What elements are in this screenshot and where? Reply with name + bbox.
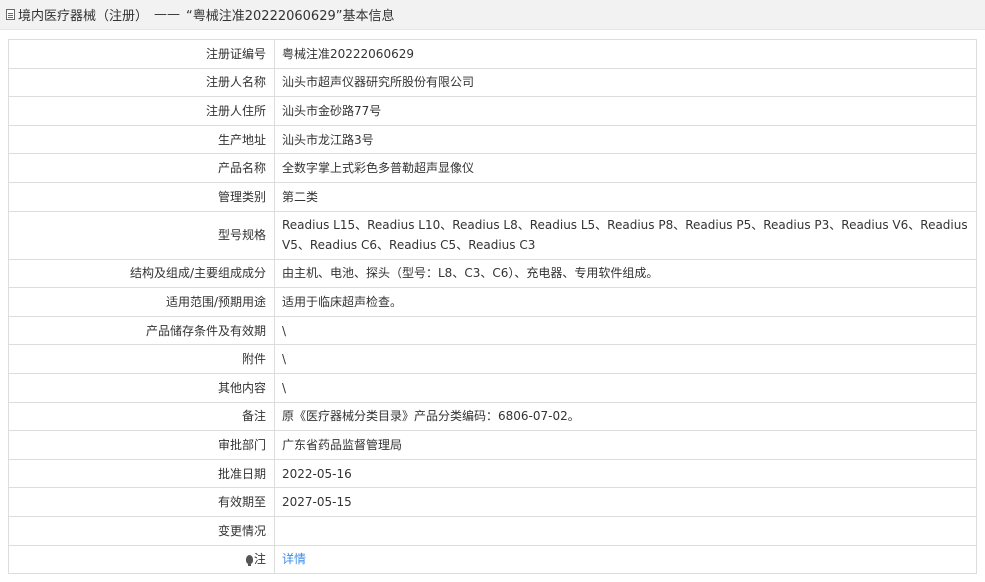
row-value: 由主机、电池、探头（型号：L8、C3、C6）、充电器、专用软件组成。 bbox=[274, 258, 977, 289]
table-row: 备注 原《医疗器械分类目录》产品分类编码：6806-07-02。 bbox=[8, 401, 977, 432]
table-row: 注册证编号 粤械注准20222060629 bbox=[8, 39, 977, 69]
row-label: 管理类别 bbox=[8, 181, 275, 212]
row-label: 其他内容 bbox=[8, 372, 275, 403]
header-title: “粤械注准20222060629”基本信息 bbox=[186, 9, 395, 24]
row-label: 备注 bbox=[8, 401, 275, 432]
row-label: 变更情况 bbox=[8, 515, 275, 546]
row-value: 适用于临床超声检查。 bbox=[274, 287, 977, 317]
document-icon bbox=[6, 9, 15, 20]
table-row: 其他内容 \ bbox=[8, 372, 977, 403]
row-value: 2027-05-15 bbox=[274, 487, 977, 517]
row-value: 2022-05-16 bbox=[274, 458, 977, 489]
header-separator: —— bbox=[154, 7, 181, 22]
row-label: 适用范围/预期用途 bbox=[8, 287, 275, 317]
row-label: 注册人住所 bbox=[8, 96, 275, 126]
info-table: 注册证编号 粤械注准20222060629 注册人名称 汕头市超声仪器研究所股份有限… bbox=[8, 39, 977, 575]
table-row: 变更情况 bbox=[8, 515, 977, 546]
row-label: 批准日期 bbox=[8, 458, 275, 489]
row-label: 产品名称 bbox=[8, 153, 275, 183]
row-label: 审批部门 bbox=[8, 430, 275, 460]
page-header: 境内医疗器械（注册） —— “粤械注准20222060629”基本信息 bbox=[0, 0, 985, 30]
row-label-note: 注 bbox=[8, 544, 275, 575]
table-row: 产品储存条件及有效期 \ bbox=[8, 315, 977, 346]
row-value: \ bbox=[274, 372, 977, 403]
table-row: 产品名称 全数字掌上式彩色多普勒超声显像仪 bbox=[8, 153, 977, 183]
row-label: 型号规格 bbox=[8, 210, 275, 260]
table-row: 管理类别 第二类 bbox=[8, 181, 977, 212]
table-row: 有效期至 2027-05-15 bbox=[8, 487, 977, 517]
table-row: 批准日期 2022-05-16 bbox=[8, 458, 977, 489]
row-value: 全数字掌上式彩色多普勒超声显像仪 bbox=[274, 153, 977, 183]
row-value: 原《医疗器械分类目录》产品分类编码：6806-07-02。 bbox=[274, 401, 977, 432]
note-label: 注 bbox=[253, 552, 266, 567]
row-value: 粤械注准20222060629 bbox=[274, 39, 977, 69]
table-row: 附件 \ bbox=[8, 344, 977, 374]
row-value: 汕头市超声仪器研究所股份有限公司 bbox=[274, 67, 977, 98]
row-value: Readius L15、Readius L10、Readius L8、Readi… bbox=[274, 210, 977, 260]
table-row: 注册人名称 汕头市超声仪器研究所股份有限公司 bbox=[8, 67, 977, 98]
row-value bbox=[274, 515, 977, 546]
table-row: 型号规格 Readius L15、Readius L10、Readius L8、R… bbox=[8, 210, 977, 260]
row-value: 第二类 bbox=[274, 181, 977, 212]
row-value: 汕头市龙江路3号 bbox=[274, 124, 977, 155]
row-label: 注册证编号 bbox=[8, 39, 275, 69]
row-label: 有效期至 bbox=[8, 487, 275, 517]
row-value: 广东省药品监督管理局 bbox=[274, 430, 977, 460]
header-category: 境内医疗器械（注册） bbox=[18, 9, 149, 24]
details-link[interactable]: 详情 bbox=[282, 552, 306, 566]
table-row: 结构及组成/主要组成成分 由主机、电池、探头（型号：L8、C3、C6）、充电器、专… bbox=[8, 258, 977, 289]
row-label: 附件 bbox=[8, 344, 275, 374]
row-label: 注册人名称 bbox=[8, 67, 275, 98]
row-value: 汕头市金砂路77号 bbox=[274, 96, 977, 126]
table-row: 审批部门 广东省药品监督管理局 bbox=[8, 430, 977, 460]
row-label: 生产地址 bbox=[8, 124, 275, 155]
row-value: 详情 bbox=[274, 544, 977, 575]
table-row: 注册人住所 汕头市金砂路77号 bbox=[8, 96, 977, 126]
row-label: 结构及组成/主要组成成分 bbox=[8, 258, 275, 289]
table-row: 适用范围/预期用途 适用于临床超声检查。 bbox=[8, 287, 977, 317]
row-value: \ bbox=[274, 315, 977, 346]
table-row: 生产地址 汕头市龙江路3号 bbox=[8, 124, 977, 155]
lightbulb-icon bbox=[245, 555, 253, 567]
table-row: 注 详情 bbox=[8, 544, 977, 575]
row-value: \ bbox=[274, 344, 977, 374]
row-label: 产品储存条件及有效期 bbox=[8, 315, 275, 346]
